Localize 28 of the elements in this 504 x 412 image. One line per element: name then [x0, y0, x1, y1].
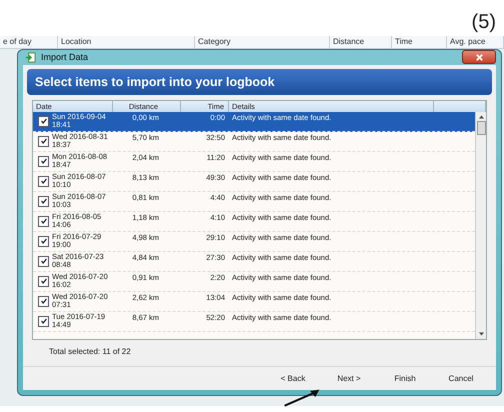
checkbox[interactable]: [38, 276, 49, 287]
column-header: Avg. pace: [447, 36, 504, 48]
close-icon: [474, 52, 484, 62]
import-icon: [25, 52, 36, 63]
banner-title: Select items to import into your logbook: [27, 68, 492, 95]
total-selected-text: Total selected: 11 of 22: [48, 346, 132, 358]
window-title: Import Data: [41, 52, 90, 62]
checkbox[interactable]: [38, 236, 49, 247]
column-header: Time: [392, 36, 447, 48]
pointer-arrow: [282, 387, 322, 407]
checkbox[interactable]: [38, 316, 49, 327]
column-header: e of day: [0, 36, 58, 48]
scrollbar[interactable]: [475, 112, 486, 339]
checkbox[interactable]: [38, 296, 49, 307]
column-header: Location: [58, 36, 195, 48]
figure-label: (5): [472, 11, 496, 34]
close-button[interactable]: [462, 50, 496, 64]
column-header: Category: [195, 36, 330, 48]
checkbox[interactable]: [38, 116, 49, 127]
checkbox[interactable]: [38, 196, 49, 207]
checkbox[interactable]: [38, 176, 49, 187]
checkbox[interactable]: [38, 136, 49, 147]
column-header: Distance: [330, 36, 392, 48]
checkbox[interactable]: [38, 256, 49, 267]
scroll-down-icon[interactable]: [478, 332, 484, 336]
checkbox[interactable]: [38, 216, 49, 227]
checkbox[interactable]: [38, 156, 49, 167]
scrollbar-thumb[interactable]: [476, 120, 486, 135]
